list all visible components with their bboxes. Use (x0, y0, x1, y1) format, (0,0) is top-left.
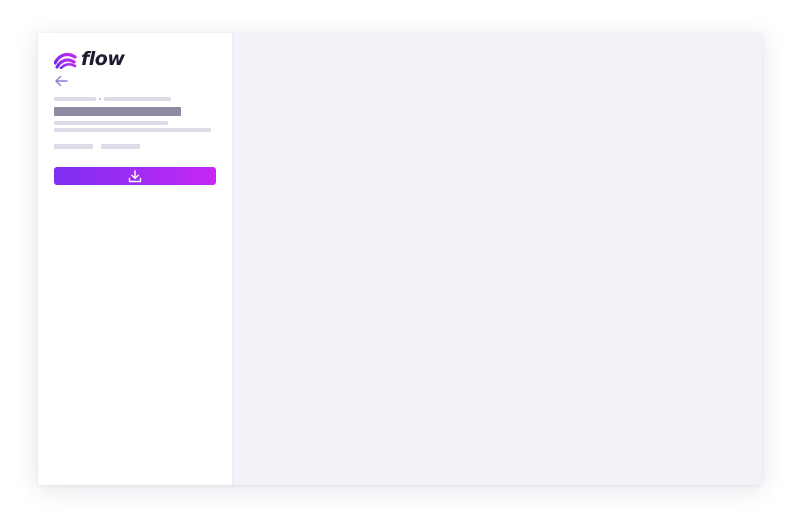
meta-placeholder-1 (54, 144, 93, 149)
meta-placeholder-2 (101, 144, 140, 149)
arrow-left-icon (55, 75, 68, 87)
breadcrumb-placeholder-1 (54, 97, 96, 101)
title-placeholder (54, 107, 181, 116)
logo-wordmark: flow (81, 48, 125, 70)
breadcrumb-placeholder-2 (104, 97, 171, 101)
content-panel (233, 33, 762, 485)
download-icon (128, 169, 142, 182)
back-button[interactable] (53, 74, 69, 88)
subtitle-placeholder-2 (54, 128, 211, 132)
app-window: flow (38, 33, 762, 485)
subtitle-placeholder-1 (54, 121, 168, 125)
download-button[interactable] (54, 167, 216, 185)
sidebar: flow (38, 33, 233, 485)
flow-logo: flow (54, 48, 125, 70)
flow-logo-icon (54, 52, 77, 69)
breadcrumb-separator (99, 98, 101, 100)
